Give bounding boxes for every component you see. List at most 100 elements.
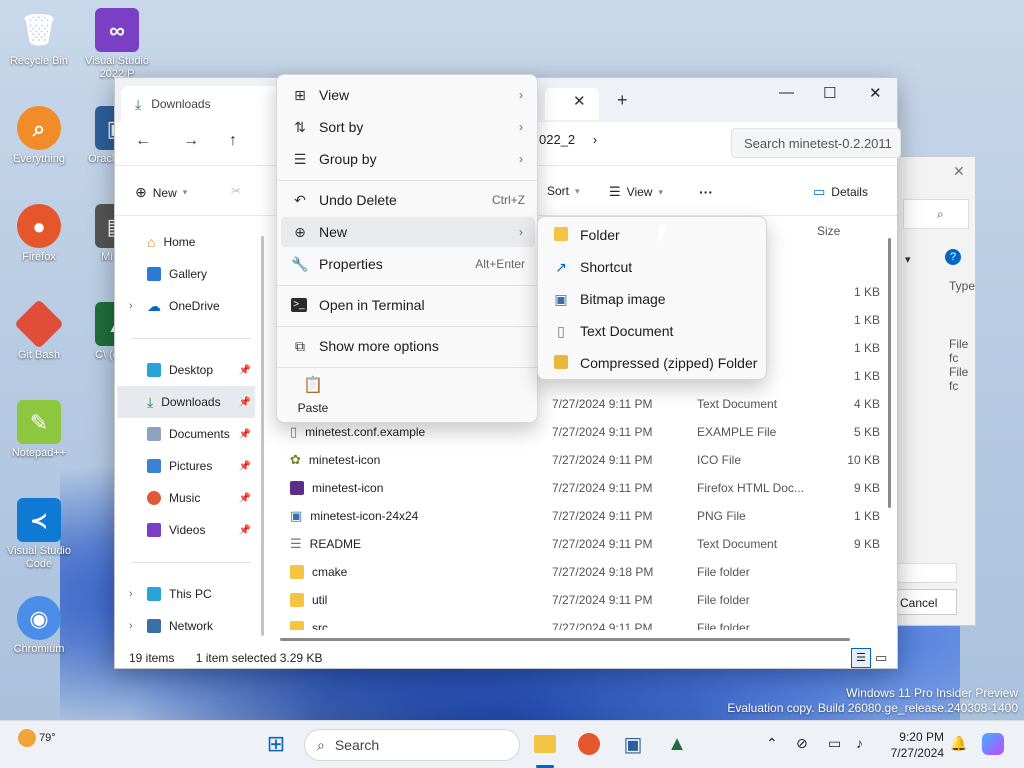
clock[interactable]: 9:20 PM 7/27/2024	[884, 729, 944, 761]
tiles-view-icon[interactable]: ▭	[875, 650, 887, 666]
menu-item-view[interactable]: ⊞ View ›	[281, 80, 535, 110]
file-name: ▯ minetest.conf.example	[290, 424, 425, 440]
chevron-up-icon[interactable]: ⌃	[766, 735, 778, 752]
column-size-header[interactable]: Size	[817, 224, 840, 238]
documents-icon	[147, 427, 161, 441]
chevron-right-icon[interactable]: ›	[129, 620, 133, 632]
sidebar-item-network[interactable]: › Network	[117, 610, 255, 642]
dialog-search-input[interactable]	[903, 199, 969, 229]
virtualbox-taskbar-icon[interactable]: ▣	[620, 731, 646, 757]
notepadpp-glyph-icon: ✎	[17, 400, 61, 444]
submenu-label: Text Document	[580, 323, 674, 339]
sidebar-item-gallery[interactable]: Gallery	[117, 258, 255, 290]
tab-second[interactable]	[545, 88, 599, 120]
sort-button[interactable]: Sort ▾	[547, 184, 580, 198]
cut-icon[interactable]: ✂	[231, 184, 241, 198]
paste-button[interactable]: 📋 Paste	[293, 375, 333, 415]
menu-item-sort-by[interactable]: ⇅ Sort by ›	[281, 112, 535, 142]
notepadpp-icon[interactable]: ✎ Notepad++	[0, 400, 78, 460]
menu-item-new[interactable]: ⊕ New ›	[281, 217, 535, 247]
sidebar-item-music[interactable]: Music 📌	[117, 482, 255, 514]
taskbar-search[interactable]: ⌕ Search	[304, 729, 520, 761]
file-name: minetest-icon	[290, 481, 383, 495]
breadcrumb[interactable]: 022_2 ›	[539, 132, 597, 147]
sidebar-item-desktop[interactable]: Desktop 📌	[117, 354, 255, 386]
back-icon[interactable]: ←	[135, 132, 151, 150]
display-icon[interactable]: ▭	[828, 735, 841, 752]
start-icon[interactable]: ⊞	[263, 731, 289, 757]
submenu-label: Bitmap image	[580, 291, 666, 307]
close-icon[interactable]: ✕	[953, 163, 965, 180]
sidebar-item-home[interactable]: ⌂ Home	[117, 226, 255, 258]
network-icon[interactable]: ⊘	[796, 735, 808, 752]
sidebar-scrollbar[interactable]	[261, 236, 264, 636]
submenu-item-shortcut[interactable]: ↗ Shortcut	[542, 252, 764, 282]
menu-label: Show more options	[319, 338, 439, 354]
submenu-item-zip[interactable]: Compressed (zipped) Folder	[542, 348, 764, 378]
chevron-right-icon[interactable]: ›	[129, 588, 133, 600]
table-row[interactable]: ☰ README 7/27/2024 9:11 PM Text Document …	[280, 530, 880, 558]
notification-icon[interactable]: 🔔	[950, 735, 967, 752]
file-size: 10 KB	[847, 453, 880, 467]
help-icon[interactable]: ?	[945, 249, 961, 265]
file-name: cmake	[290, 565, 347, 579]
sound-icon[interactable]: ♪	[856, 735, 863, 751]
horizontal-scrollbar[interactable]	[280, 638, 850, 641]
more-options-icon[interactable]: ···	[699, 184, 713, 200]
chromium-icon[interactable]: ◉ Chromium	[0, 596, 78, 656]
chevron-right-icon[interactable]: ›	[593, 132, 597, 147]
details-view-icon[interactable]: ☰	[851, 648, 871, 668]
submenu-item-bitmap[interactable]: ▣ Bitmap image	[542, 284, 764, 314]
table-row[interactable]: ▣ minetest-icon-24x24 7/27/2024 9:11 PM P…	[280, 502, 880, 530]
table-row[interactable]: src 7/27/2024 9:11 PM File folder	[280, 614, 880, 630]
dropdown-icon[interactable]: ▾	[905, 253, 911, 266]
visual-studio-icon[interactable]: ∞ Visual Studio 2022 P	[78, 8, 156, 81]
table-row[interactable]: ✿ minetest-icon 7/27/2024 9:11 PM ICO Fil…	[280, 446, 880, 474]
firefox-icon[interactable]: ● Firefox	[0, 204, 78, 264]
home-icon: ⌂	[147, 234, 156, 250]
submenu-item-text-document[interactable]: ▯ Text Document	[542, 316, 764, 346]
file-type: File folder	[697, 565, 750, 579]
weather-widget[interactable]: 79°	[18, 729, 56, 747]
vertical-scrollbar[interactable]	[888, 238, 891, 508]
table-row[interactable]: cmake 7/27/2024 9:18 PM File folder	[280, 558, 880, 586]
firefox-taskbar-icon[interactable]	[576, 731, 602, 757]
cancel-button[interactable]: Cancel	[897, 589, 957, 615]
sidebar-item-documents[interactable]: Documents 📌	[117, 418, 255, 450]
search-input[interactable]: Search minetest-0.2.2011	[731, 128, 901, 158]
dialog-filename-input[interactable]	[897, 563, 957, 583]
sidebar-item-thispc[interactable]: › This PC	[117, 578, 255, 610]
sidebar-item-onedrive[interactable]: › ☁ OneDrive	[117, 290, 255, 322]
up-icon[interactable]: ↑	[229, 132, 237, 150]
menu-item-undo-delete[interactable]: ↶ Undo Delete Ctrl+Z	[281, 185, 535, 215]
maximize-icon[interactable]: ☐	[823, 84, 836, 102]
minimize-icon[interactable]: —	[779, 84, 794, 101]
forward-icon[interactable]: →	[183, 132, 199, 150]
copilot-icon[interactable]	[980, 731, 1006, 757]
new-tab-icon[interactable]: +	[617, 90, 628, 111]
cmake-taskbar-icon[interactable]: ▲	[664, 731, 690, 757]
table-row[interactable]: util 7/27/2024 9:11 PM File folder	[280, 586, 880, 614]
everything-icon[interactable]: ⌕ Everything	[0, 106, 78, 166]
breadcrumb-segment[interactable]: 022_2	[539, 132, 575, 147]
view-button[interactable]: ☰ View ▾	[609, 184, 663, 200]
submenu-item-folder[interactable]: Folder	[542, 220, 764, 250]
menu-item-open-terminal[interactable]: >_ Open in Terminal	[281, 290, 535, 320]
details-button[interactable]: ▭ Details	[813, 184, 868, 200]
sidebar-item-downloads[interactable]: ⤓ Downloads 📌	[117, 386, 255, 418]
new-button[interactable]: ⊕ New ▾	[135, 184, 187, 201]
menu-item-show-more[interactable]: ⧉ Show more options	[281, 331, 535, 361]
file-explorer-icon[interactable]	[532, 731, 558, 757]
vscode-icon[interactable]: ≺ Visual Studio Code	[0, 498, 78, 571]
sidebar-item-videos[interactable]: Videos 📌	[117, 514, 255, 546]
git-bash-icon[interactable]: Git Bash	[0, 299, 78, 362]
menu-item-group-by[interactable]: ☰ Group by ›	[281, 144, 535, 174]
close-window-icon[interactable]: ✕	[869, 84, 882, 102]
file-type: Text Document	[697, 537, 778, 551]
chevron-right-icon[interactable]: ›	[129, 300, 133, 312]
menu-item-properties[interactable]: 🔧 Properties Alt+Enter	[281, 249, 535, 279]
recycle-bin-icon[interactable]: 🗑 Recycle Bin	[0, 8, 78, 68]
close-tab-icon[interactable]: ✕	[573, 92, 586, 110]
sidebar-item-pictures[interactable]: Pictures 📌	[117, 450, 255, 482]
table-row[interactable]: minetest-icon 7/27/2024 9:11 PM Firefox …	[280, 474, 880, 502]
